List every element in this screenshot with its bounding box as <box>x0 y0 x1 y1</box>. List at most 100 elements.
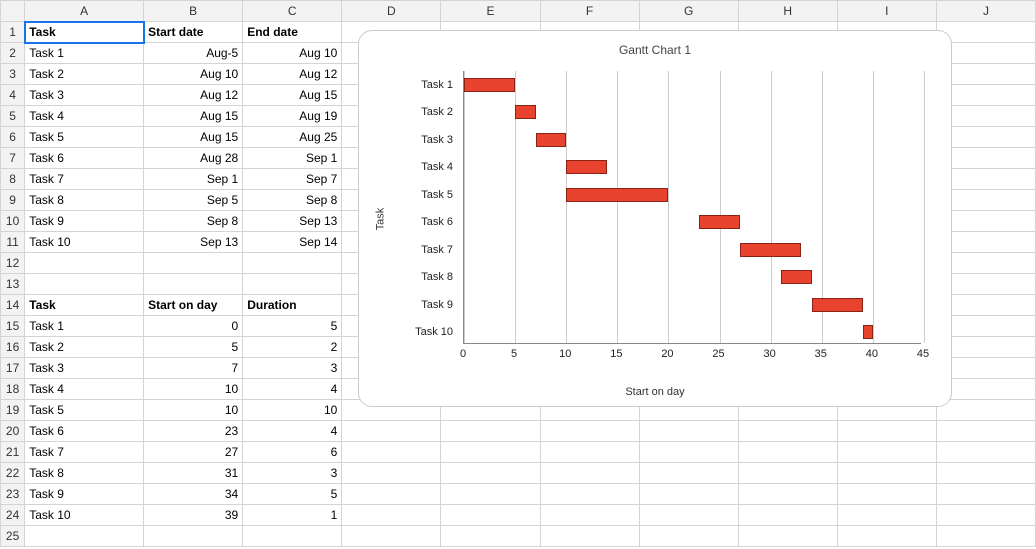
row-header[interactable]: 12 <box>1 253 25 274</box>
cell[interactable] <box>936 505 1035 526</box>
cell[interactable]: 1 <box>243 505 342 526</box>
cell[interactable] <box>342 442 441 463</box>
row-header[interactable]: 11 <box>1 232 25 253</box>
cell[interactable] <box>342 526 441 547</box>
cell[interactable]: Aug 10 <box>144 64 243 85</box>
cell[interactable]: End date <box>243 22 342 43</box>
cell[interactable]: Task 1 <box>25 43 144 64</box>
cell[interactable]: Task <box>25 295 144 316</box>
cell[interactable]: 5 <box>144 337 243 358</box>
cell[interactable]: Duration <box>243 295 342 316</box>
cell[interactable] <box>144 274 243 295</box>
row-header[interactable]: 2 <box>1 43 25 64</box>
cell[interactable]: Task 3 <box>25 85 144 106</box>
column-header[interactable]: I <box>837 1 936 22</box>
cell[interactable] <box>540 526 639 547</box>
cell[interactable]: 39 <box>144 505 243 526</box>
cell[interactable]: Task 2 <box>25 337 144 358</box>
cell[interactable]: Sep 1 <box>144 169 243 190</box>
row-header[interactable]: 7 <box>1 148 25 169</box>
cell[interactable] <box>441 526 540 547</box>
cell[interactable] <box>144 526 243 547</box>
row-header[interactable]: 3 <box>1 64 25 85</box>
cell[interactable]: Aug 25 <box>243 127 342 148</box>
cell[interactable]: Task <box>25 22 144 43</box>
cell[interactable]: 27 <box>144 442 243 463</box>
column-header[interactable]: D <box>342 1 441 22</box>
row-header[interactable]: 16 <box>1 337 25 358</box>
cell[interactable] <box>639 526 738 547</box>
cell[interactable] <box>342 463 441 484</box>
row-header[interactable]: 9 <box>1 190 25 211</box>
cell[interactable] <box>639 442 738 463</box>
cell[interactable] <box>342 421 441 442</box>
cell[interactable] <box>936 442 1035 463</box>
cell[interactable]: 10 <box>243 400 342 421</box>
select-all-corner[interactable] <box>1 1 25 22</box>
cell[interactable]: 3 <box>243 358 342 379</box>
cell[interactable] <box>936 421 1035 442</box>
cell[interactable]: Task 10 <box>25 232 144 253</box>
cell[interactable] <box>936 400 1035 421</box>
cell[interactable]: Task 6 <box>25 148 144 169</box>
column-header[interactable]: F <box>540 1 639 22</box>
row-header[interactable]: 20 <box>1 421 25 442</box>
cell[interactable] <box>837 505 936 526</box>
cell[interactable]: Task 3 <box>25 358 144 379</box>
cell[interactable] <box>540 442 639 463</box>
row-header[interactable]: 10 <box>1 211 25 232</box>
cell[interactable]: Task 6 <box>25 421 144 442</box>
cell[interactable]: 4 <box>243 379 342 400</box>
cell[interactable] <box>441 421 540 442</box>
cell[interactable]: 10 <box>144 400 243 421</box>
cell[interactable] <box>540 484 639 505</box>
row-header[interactable]: 1 <box>1 22 25 43</box>
cell[interactable] <box>936 463 1035 484</box>
column-header[interactable]: J <box>936 1 1035 22</box>
cell[interactable] <box>936 526 1035 547</box>
cell[interactable]: 5 <box>243 484 342 505</box>
cell[interactable]: Task 1 <box>25 316 144 337</box>
cell[interactable] <box>25 526 144 547</box>
cell[interactable] <box>441 442 540 463</box>
cell[interactable] <box>837 484 936 505</box>
cell[interactable]: Aug 15 <box>144 127 243 148</box>
cell[interactable]: Task 5 <box>25 400 144 421</box>
cell[interactable] <box>540 505 639 526</box>
cell[interactable]: Task 10 <box>25 505 144 526</box>
cell[interactable]: Task 7 <box>25 442 144 463</box>
column-header[interactable]: H <box>738 1 837 22</box>
cell[interactable] <box>738 442 837 463</box>
cell[interactable] <box>342 484 441 505</box>
cell[interactable]: Task 5 <box>25 127 144 148</box>
cell[interactable] <box>837 526 936 547</box>
cell[interactable]: 10 <box>144 379 243 400</box>
cell[interactable]: Start date <box>144 22 243 43</box>
cell[interactable]: Aug 12 <box>144 85 243 106</box>
row-header[interactable]: 18 <box>1 379 25 400</box>
cell[interactable] <box>639 505 738 526</box>
cell[interactable]: 5 <box>243 316 342 337</box>
cell[interactable] <box>738 505 837 526</box>
cell[interactable]: Aug 10 <box>243 43 342 64</box>
cell[interactable]: Task 8 <box>25 190 144 211</box>
cell[interactable]: 4 <box>243 421 342 442</box>
cell[interactable]: 23 <box>144 421 243 442</box>
cell[interactable] <box>738 421 837 442</box>
row-header[interactable]: 24 <box>1 505 25 526</box>
row-header[interactable]: 4 <box>1 85 25 106</box>
cell[interactable]: Aug-5 <box>144 43 243 64</box>
cell[interactable] <box>25 253 144 274</box>
cell[interactable] <box>738 484 837 505</box>
cell[interactable]: Sep 8 <box>243 190 342 211</box>
row-header[interactable]: 23 <box>1 484 25 505</box>
row-header[interactable]: 6 <box>1 127 25 148</box>
cell[interactable]: Aug 15 <box>144 106 243 127</box>
cell[interactable] <box>144 253 243 274</box>
cell[interactable]: Sep 5 <box>144 190 243 211</box>
cell[interactable] <box>837 421 936 442</box>
cell[interactable]: Sep 8 <box>144 211 243 232</box>
cell[interactable]: 3 <box>243 463 342 484</box>
row-header[interactable]: 21 <box>1 442 25 463</box>
column-header[interactable]: B <box>144 1 243 22</box>
